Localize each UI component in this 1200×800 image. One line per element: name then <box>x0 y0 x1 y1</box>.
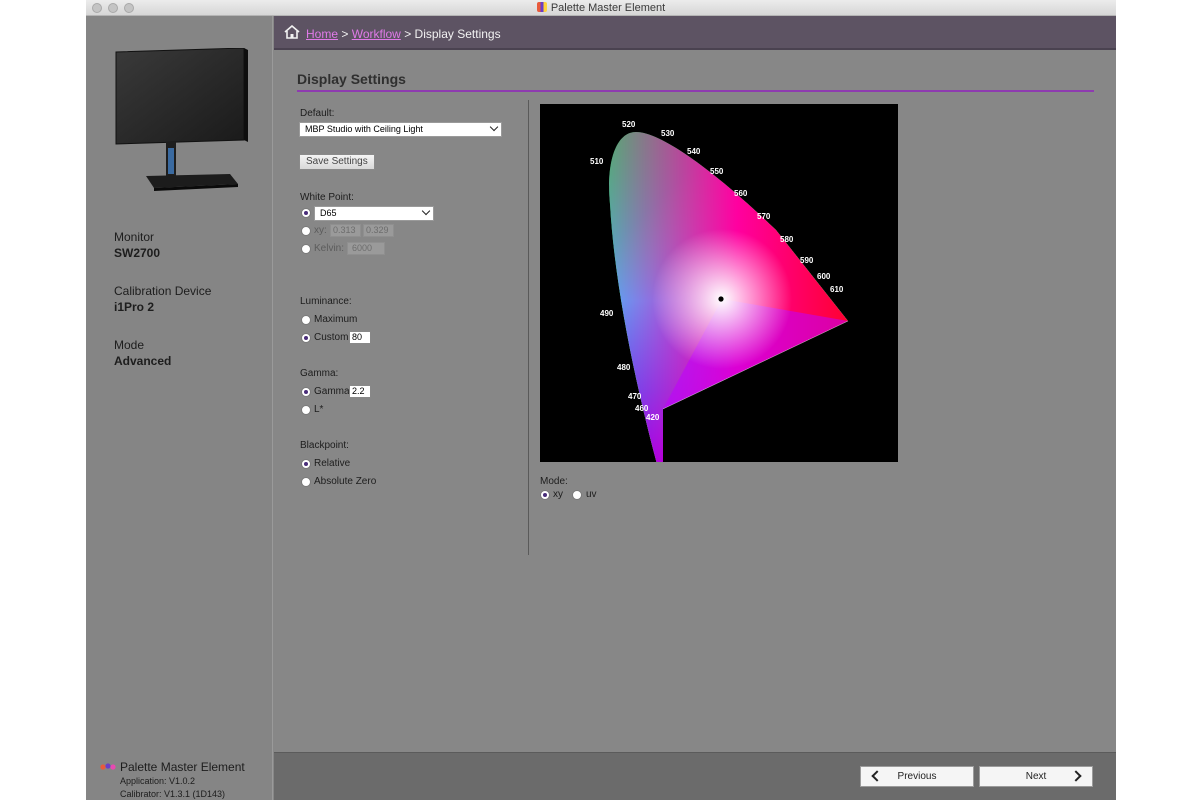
wavelength-label-460: 460 <box>635 404 649 413</box>
mode-label: Mode <box>114 338 145 352</box>
white-point-preset-value: D65 <box>320 208 337 218</box>
gamma-lstar-label: L* <box>314 404 324 415</box>
calibrator-version: Calibrator: V1.3.1 (1D143) <box>120 789 226 799</box>
wavelength-label-510: 510 <box>590 157 604 166</box>
breadcrumb-separator: > <box>341 27 349 41</box>
title-divider <box>297 90 1094 92</box>
calibration-device-label: Calibration Device <box>114 284 212 298</box>
blackpoint-relative-label: Relative <box>314 458 351 469</box>
white-point-kelvin-field[interactable]: 6000 <box>347 242 385 255</box>
app-logo-icon <box>536 2 547 12</box>
brand-logo-icon <box>100 763 116 770</box>
breadcrumb: Home > Workflow > Display Settings <box>306 27 501 41</box>
white-point-label: White Point: <box>300 192 354 203</box>
page-title: Display Settings <box>297 71 406 87</box>
white-point-preset-radio[interactable] <box>301 208 311 218</box>
wavelength-label-470: 470 <box>628 392 642 401</box>
breadcrumb-workflow-link[interactable]: Workflow <box>352 27 401 41</box>
wavelength-label-550: 550 <box>710 167 724 176</box>
gamma-lstar-radio[interactable] <box>301 405 311 415</box>
window-title: Palette Master Element <box>86 2 1116 14</box>
chevron-right-icon <box>1070 770 1082 782</box>
white-point-y-field[interactable]: 0.329 <box>363 224 394 237</box>
brand-name: Palette Master Element <box>120 760 245 774</box>
diagram-mode-uv-label: uv <box>586 489 597 500</box>
white-point-marker <box>718 296 724 302</box>
previous-button[interactable]: Previous <box>860 766 974 787</box>
blackpoint-absolute-radio[interactable] <box>301 477 311 487</box>
wavelength-label-590: 590 <box>800 256 814 265</box>
wavelength-label-490: 490 <box>600 309 614 318</box>
default-label: Default: <box>300 108 335 119</box>
chevron-left-icon <box>871 770 883 782</box>
diagram-mode-uv-radio[interactable] <box>572 490 582 500</box>
breadcrumb-bar: Home > Workflow > Display Settings <box>274 16 1116 50</box>
monitor-value: SW2700 <box>114 246 161 260</box>
breadcrumb-separator: > <box>404 27 412 41</box>
luminance-label: Luminance: <box>300 296 352 307</box>
wavelength-label-570: 570 <box>757 212 771 221</box>
gamma-label: Gamma: <box>300 368 339 379</box>
main-content: Display Settings Default: MBP Studio wit… <box>274 52 1116 752</box>
luminance-maximum-label: Maximum <box>314 314 358 325</box>
application-version: Application: V1.0.2 <box>120 776 196 786</box>
sidebar: Monitor SW2700 Calibration Device i1Pro … <box>86 16 273 800</box>
diagram-mode-label: Mode: <box>540 476 568 487</box>
footer-bar: Previous Next <box>274 752 1116 800</box>
gamma-value-label: Gamma <box>314 386 350 397</box>
wavelength-label-540: 540 <box>687 147 701 156</box>
wavelength-label-610: 610 <box>830 285 844 294</box>
default-select[interactable]: MBP Studio with Ceiling Light <box>299 122 502 137</box>
wavelength-label-480: 480 <box>617 363 631 372</box>
luminance-custom-field[interactable]: 80 <box>349 331 371 344</box>
calibration-device-value: i1Pro 2 <box>114 300 155 314</box>
save-settings-button[interactable]: Save Settings <box>299 154 375 170</box>
title-bar: Palette Master Element <box>86 0 1116 16</box>
white-point-preset-select[interactable]: D65 <box>314 206 434 221</box>
previous-button-label: Previous <box>897 771 937 782</box>
breadcrumb-current: Display Settings <box>414 27 501 41</box>
mode-value: Advanced <box>114 354 172 368</box>
white-point-xy-radio[interactable] <box>301 226 311 236</box>
white-point-kelvin-label: Kelvin: <box>314 243 345 254</box>
column-divider <box>528 100 529 555</box>
diagram-mode-xy-radio[interactable] <box>540 490 550 500</box>
white-point-kelvin-radio[interactable] <box>301 244 311 254</box>
wavelength-label-520: 520 <box>622 120 636 129</box>
luminance-maximum-radio[interactable] <box>301 315 311 325</box>
wavelength-label-530: 530 <box>661 129 675 138</box>
gamma-value-radio[interactable] <box>301 387 311 397</box>
wavelength-label-580: 580 <box>780 235 794 244</box>
luminance-custom-radio[interactable] <box>301 333 311 343</box>
white-point-xy-label: xy: <box>314 225 327 236</box>
chevron-down-icon <box>489 122 499 132</box>
diagram-mode-xy-label: xy <box>553 489 563 500</box>
wavelength-label-560: 560 <box>734 189 748 198</box>
chevron-down-icon <box>421 206 431 216</box>
monitor-label: Monitor <box>114 230 155 244</box>
white-point-x-field[interactable]: 0.313 <box>330 224 361 237</box>
blackpoint-label: Blackpoint: <box>300 440 349 451</box>
default-select-value: MBP Studio with Ceiling Light <box>305 124 423 134</box>
next-button-label: Next <box>1025 771 1047 782</box>
blackpoint-relative-radio[interactable] <box>301 459 311 469</box>
home-icon[interactable] <box>284 25 300 39</box>
gamma-value-field[interactable]: 2.2 <box>349 385 371 398</box>
monitor-image <box>115 48 248 191</box>
next-button[interactable]: Next <box>979 766 1093 787</box>
wavelength-label-420: 420 <box>646 413 660 422</box>
blackpoint-absolute-label: Absolute Zero <box>314 476 377 487</box>
breadcrumb-home-link[interactable]: Home <box>306 27 338 41</box>
app-window: Palette Master Element Monitor SW2700 Ca… <box>86 0 1116 800</box>
luminance-custom-label: Custom <box>314 332 349 343</box>
cie-chromaticity-diagram: 520 530 540 550 560 570 580 590 600 610 … <box>540 104 898 462</box>
wavelength-label-600: 600 <box>817 272 831 281</box>
